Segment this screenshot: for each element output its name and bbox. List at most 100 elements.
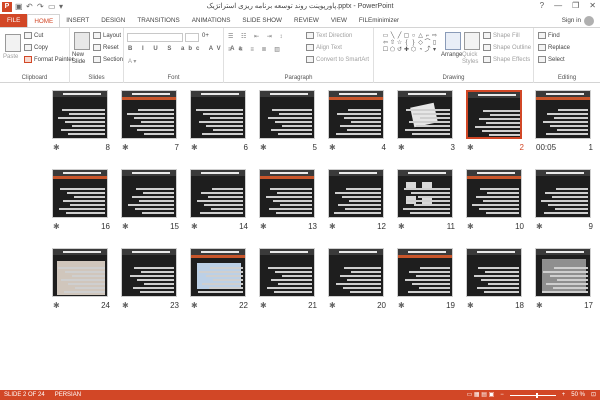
fit-slide-icon[interactable]: ⊡ bbox=[591, 390, 596, 400]
text-direction-button[interactable]: Text Direction bbox=[306, 32, 352, 39]
convert-smartart-button[interactable]: Convert to SmartArt bbox=[306, 56, 369, 63]
slide-thumbnail[interactable] bbox=[535, 90, 591, 139]
restore-icon[interactable]: ❐ bbox=[572, 1, 579, 10]
slide-thumbnail[interactable] bbox=[535, 169, 591, 218]
tab-view[interactable]: VIEW bbox=[325, 14, 353, 28]
cut-button[interactable]: Cut bbox=[24, 32, 43, 39]
slide-transition-icon[interactable]: ✱ bbox=[467, 143, 474, 152]
replace-button[interactable]: Replace bbox=[538, 44, 570, 51]
font-size-field[interactable] bbox=[185, 33, 199, 42]
slide-thumbnail[interactable] bbox=[397, 169, 453, 218]
slide-thumbnail[interactable] bbox=[190, 169, 246, 218]
quick-styles-icon[interactable] bbox=[464, 32, 480, 50]
close-icon[interactable]: ✕ bbox=[589, 1, 596, 10]
slide-thumbnail[interactable] bbox=[190, 90, 246, 139]
tab-home[interactable]: HOME bbox=[27, 14, 61, 28]
tab-insert[interactable]: INSERT bbox=[60, 14, 95, 28]
slide-transition-icon[interactable]: ✱ bbox=[329, 222, 336, 231]
sign-in[interactable]: Sign in bbox=[562, 14, 594, 28]
slide-transition-icon[interactable]: ✱ bbox=[122, 301, 129, 310]
shape-outline-button[interactable]: Shape Outline bbox=[483, 44, 531, 51]
slide-thumbnail[interactable] bbox=[328, 248, 384, 297]
slide-thumbnail[interactable] bbox=[52, 248, 108, 297]
slide-thumbnail[interactable] bbox=[397, 90, 453, 139]
brush-icon bbox=[24, 56, 32, 63]
slide-thumbnail[interactable] bbox=[466, 90, 522, 139]
shapes-gallery[interactable]: ▭ ╲ ╱ ▢ ○ △ ⌐ ⇨ ⇦ ⇧ ☆{} ◇ ⌒ ▯ ☐ ⬠ ↺ ✚ ⬡ ◔ ⤴ ▾ bbox=[382, 33, 438, 63]
arrange-icon[interactable] bbox=[445, 32, 461, 50]
list-buttons[interactable]: ☰ ☷ ⇤ ⇥ ↕ bbox=[228, 33, 285, 40]
font-color-button[interactable]: A ▾ bbox=[128, 58, 136, 65]
arrange-button[interactable]: Arrange bbox=[441, 52, 462, 58]
slide-thumbnail[interactable] bbox=[121, 248, 177, 297]
slide-transition-icon[interactable]: ✱ bbox=[53, 301, 60, 310]
font-name-field[interactable] bbox=[127, 33, 183, 42]
section-button[interactable]: Section bbox=[93, 56, 123, 63]
new-slide-button[interactable]: New Slide bbox=[72, 52, 92, 66]
slide-transition-icon[interactable]: ✱ bbox=[536, 222, 543, 231]
zoom-level[interactable]: 50 % bbox=[571, 390, 585, 400]
minimize-icon[interactable]: — bbox=[554, 1, 562, 10]
slide-thumbnail[interactable] bbox=[328, 169, 384, 218]
slide-thumbnail[interactable] bbox=[121, 90, 177, 139]
slide-transition-icon[interactable]: ✱ bbox=[329, 143, 336, 152]
slide-transition-icon[interactable]: ✱ bbox=[329, 301, 336, 310]
tab-review[interactable]: REVIEW bbox=[288, 14, 325, 28]
align-text-button[interactable]: Align Text bbox=[306, 44, 342, 51]
slide-transition-icon[interactable]: ✱ bbox=[122, 143, 129, 152]
slide-transition-icon[interactable]: ✱ bbox=[191, 301, 198, 310]
slide-thumbnail[interactable] bbox=[52, 90, 108, 139]
paste-icon[interactable] bbox=[5, 34, 21, 52]
help-icon[interactable]: ? bbox=[540, 1, 544, 10]
slide-transition-icon[interactable]: ✱ bbox=[260, 222, 267, 231]
reset-button[interactable]: Reset bbox=[93, 44, 119, 51]
zoom-out-icon[interactable]: − bbox=[500, 390, 504, 400]
tab-slide-show[interactable]: SLIDE SHOW bbox=[236, 14, 288, 28]
view-buttons[interactable]: ▭ ▦ ▤ ▣ bbox=[467, 390, 495, 400]
slide-thumbnail[interactable] bbox=[328, 90, 384, 139]
new-slide-icon[interactable] bbox=[74, 32, 90, 50]
slide-thumbnail[interactable] bbox=[190, 248, 246, 297]
slide-thumbnail[interactable] bbox=[259, 169, 315, 218]
slide-transition-icon[interactable]: ✱ bbox=[398, 222, 405, 231]
zoom-in-icon[interactable]: + bbox=[562, 390, 566, 400]
slide-thumbnail[interactable] bbox=[535, 248, 591, 297]
paste-button[interactable]: Paste bbox=[3, 54, 18, 60]
language-indicator[interactable]: PERSIAN bbox=[55, 390, 81, 400]
slide-transition-icon[interactable]: ✱ bbox=[260, 301, 267, 310]
tab-design[interactable]: DESIGN bbox=[95, 14, 131, 28]
find-button[interactable]: Find bbox=[538, 32, 560, 39]
slide-thumbnail[interactable] bbox=[397, 248, 453, 297]
shape-fill-button[interactable]: Shape Fill bbox=[483, 32, 520, 39]
format-painter-button[interactable]: Format Painter bbox=[24, 56, 74, 63]
slide-transition-icon[interactable]: ✱ bbox=[467, 222, 474, 231]
font-size-increase[interactable]: 0+ bbox=[202, 33, 209, 39]
copy-button[interactable]: Copy bbox=[24, 44, 48, 51]
layout-button[interactable]: Layout bbox=[93, 32, 121, 39]
slide-transition-icon[interactable]: ✱ bbox=[467, 301, 474, 310]
zoom-slider[interactable] bbox=[509, 392, 556, 398]
slide-transition-icon[interactable]: ✱ bbox=[53, 222, 60, 231]
slide-transition-icon[interactable]: ✱ bbox=[191, 143, 198, 152]
slide-transition-icon[interactable]: ✱ bbox=[260, 143, 267, 152]
tab-animations[interactable]: ANIMATIONS bbox=[186, 14, 237, 28]
slide-thumbnail[interactable] bbox=[466, 248, 522, 297]
quick-styles-button[interactable]: Quick Styles bbox=[462, 52, 480, 66]
slide-transition-icon[interactable]: ✱ bbox=[536, 301, 543, 310]
slide-transition-icon[interactable]: ✱ bbox=[122, 222, 129, 231]
slide-transition-icon[interactable]: ✱ bbox=[53, 143, 60, 152]
tab-transitions[interactable]: TRANSITIONS bbox=[131, 14, 185, 28]
shape-effects-button[interactable]: Shape Effects bbox=[483, 56, 530, 63]
select-button[interactable]: Select bbox=[538, 56, 565, 63]
slide-thumbnail[interactable] bbox=[52, 169, 108, 218]
slide-thumbnail[interactable] bbox=[259, 248, 315, 297]
slide-transition-icon[interactable]: ✱ bbox=[398, 143, 405, 152]
slide-transition-icon[interactable]: ✱ bbox=[191, 222, 198, 231]
slide-transition-icon[interactable]: ✱ bbox=[398, 301, 405, 310]
tab-fileminimizer[interactable]: FILEminimizer bbox=[353, 14, 405, 28]
tab-file[interactable]: FILE bbox=[0, 14, 28, 28]
align-buttons[interactable]: ≡ ≡ ≡ ≣ ▥ bbox=[228, 46, 283, 53]
slide-thumbnail[interactable] bbox=[466, 169, 522, 218]
slide-thumbnail[interactable] bbox=[121, 169, 177, 218]
slide-thumbnail[interactable] bbox=[259, 90, 315, 139]
